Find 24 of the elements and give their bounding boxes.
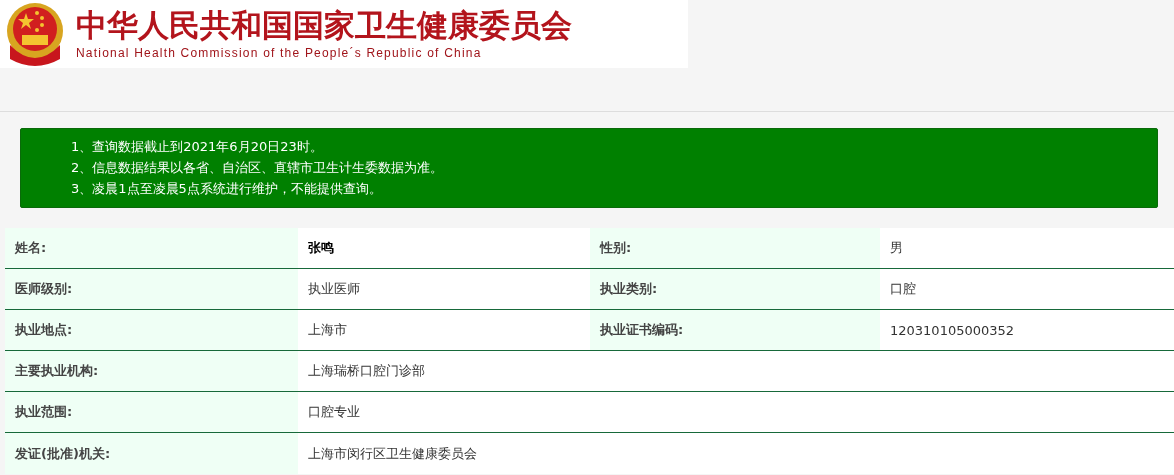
site-subtitle: National Health Commission of the People´s Republic of China <box>76 46 483 60</box>
field-value: 口腔 <box>890 280 916 298</box>
field-value: 张鸣 <box>308 239 334 257</box>
field-value: 上海瑞桥口腔门诊部 <box>308 362 425 380</box>
emblem-icon <box>4 1 66 67</box>
field-value: 执业医师 <box>308 280 360 298</box>
field-label: 执业地点: <box>15 321 73 339</box>
field-label: 主要执业机构: <box>15 362 99 380</box>
site-title: 中华人民共和国国家卫生健康委员会 <box>76 8 572 42</box>
field-label: 性别: <box>600 239 632 257</box>
notice-line: 3、凌晨1点至凌晨5点系统进行维护，不能提供查询。 <box>71 180 383 198</box>
field-label: 执业范围: <box>15 403 73 421</box>
field-label: 发证(批准)机关: <box>15 444 111 463</box>
field-label: 执业证书编码: <box>600 321 684 339</box>
field-value: 男 <box>890 239 903 257</box>
field-label: 姓名: <box>15 239 47 257</box>
field-value: 口腔专业 <box>308 403 360 421</box>
field-value: 上海市闵行区卫生健康委员会 <box>308 444 477 463</box>
field-label: 医师级别: <box>15 280 73 298</box>
field-value: 上海市 <box>308 321 347 339</box>
notice-line: 2、信息数据结果以各省、自治区、直辖市卫生计生委数据为准。 <box>71 159 445 177</box>
field-value: 120310105000352 <box>890 322 1015 338</box>
notice-line: 1、查询数据截止到2021年6月20日23时。 <box>71 138 324 156</box>
field-label: 执业类别: <box>600 280 658 298</box>
